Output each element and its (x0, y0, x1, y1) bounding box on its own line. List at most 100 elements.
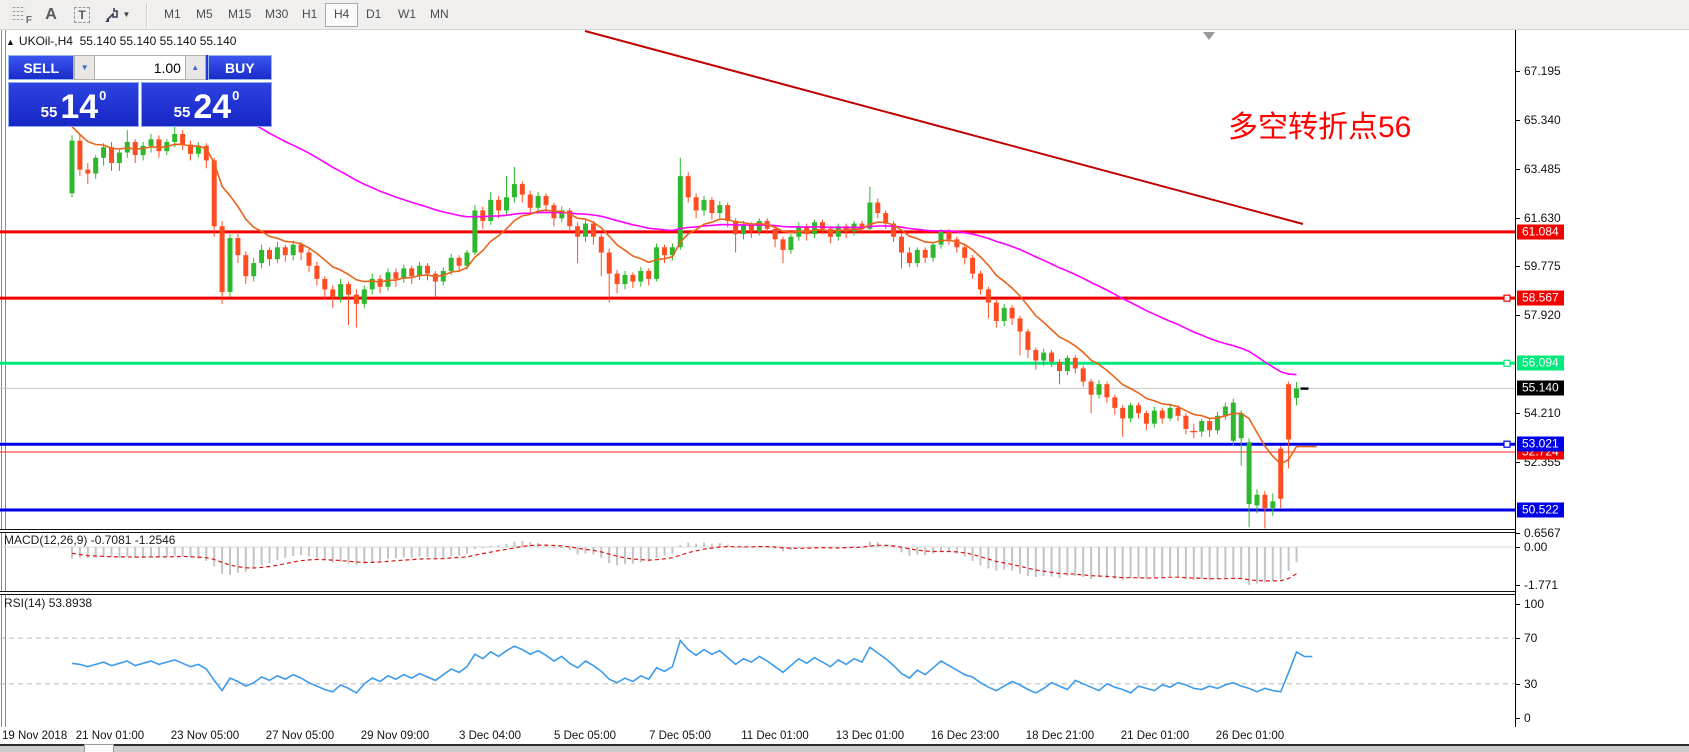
macd-histogram-bar (1264, 547, 1266, 582)
macd-histogram-bar (498, 545, 500, 547)
fibonacci-grid-glyph: F (11, 7, 31, 23)
line-handle[interactable] (1504, 441, 1510, 447)
macd-histogram-bar (427, 547, 429, 557)
candle-body (978, 274, 983, 290)
buy-button[interactable]: BUY (208, 55, 272, 80)
macd-histogram-bar (1145, 547, 1147, 579)
sell-button[interactable]: SELL (8, 55, 74, 80)
rsi-label: RSI(14) 53.8938 (4, 596, 92, 610)
candle-body (488, 200, 493, 221)
timeframe-button-M30[interactable]: M30 (256, 3, 297, 25)
candle-body (457, 258, 462, 266)
candle-body (243, 255, 248, 276)
candle-body (338, 284, 343, 297)
macd-histogram-bar (1217, 547, 1219, 579)
line-handle[interactable] (1504, 360, 1510, 366)
candle-body (1128, 405, 1133, 418)
macd-histogram-bar (608, 547, 610, 563)
time-axis-label: 26 Dec 01:00 (1216, 730, 1284, 742)
macd-histogram-bar (1161, 547, 1163, 577)
macd-histogram-bar (403, 547, 405, 557)
line-handle[interactable] (1504, 295, 1510, 301)
candle-body (788, 237, 793, 250)
candle-body (986, 289, 991, 302)
candle-body (717, 205, 722, 213)
macd-histogram-bar (506, 544, 508, 547)
macd-histogram-bar (1209, 547, 1211, 580)
descending-trendline[interactable] (585, 31, 1303, 224)
volume-increase-button[interactable]: ▲ (185, 55, 206, 80)
timeframe-button-M1[interactable]: M1 (155, 3, 190, 25)
bid-price-box[interactable]: 55140 (8, 82, 139, 127)
ask-price-major: 55 (174, 103, 191, 123)
volume-decrease-button[interactable]: ▼ (74, 55, 95, 80)
volume-input[interactable] (95, 55, 185, 80)
timeframe-button-M5[interactable]: M5 (187, 3, 222, 25)
candle-body (812, 222, 817, 234)
fibonacci-tool-icon[interactable]: F (8, 4, 34, 25)
macd-indicator-pane[interactable]: MACD(12,26,9) -0.7081 -1.2546 (0, 531, 1516, 591)
price-badge-61.084: 61.084 (1517, 224, 1564, 239)
candle-body (686, 176, 691, 197)
time-axis[interactable]: 19 Nov 201821 Nov 01:0023 Nov 05:0027 No… (0, 727, 1689, 744)
candle-body (1262, 495, 1267, 508)
active-chart-tab[interactable] (84, 744, 114, 752)
time-axis-label: 13 Dec 01:00 (836, 730, 904, 742)
candle-body (638, 271, 643, 282)
axis-tick (1516, 266, 1520, 267)
chart-shift-marker-icon[interactable] (1203, 32, 1215, 40)
macd-scale-label: 0.00 (1524, 540, 1547, 554)
price-tick-label: 59.775 (1524, 259, 1561, 273)
timeframe-button-W1[interactable]: W1 (389, 3, 425, 25)
candle-body (425, 266, 430, 274)
macd-histogram-bar (450, 547, 452, 556)
candle-body (228, 238, 233, 292)
timeframe-button-M15[interactable]: M15 (219, 3, 260, 25)
macd-histogram-bar (1193, 547, 1195, 580)
candle-body (1018, 318, 1023, 331)
candle-body (1104, 384, 1109, 397)
candle-body (465, 253, 470, 266)
candle-body (923, 250, 928, 258)
macd-histogram-bar (142, 547, 144, 557)
macd-histogram-bar (1232, 547, 1234, 577)
candle-body (623, 275, 628, 284)
timeframe-button-D1[interactable]: D1 (357, 3, 390, 25)
price-axis[interactable]: 67.19565.34063.48561.63059.77557.92054.2… (1515, 30, 1689, 727)
candle-body (994, 303, 999, 321)
candle-body (630, 275, 635, 282)
timeframe-button-H4[interactable]: H4 (325, 3, 358, 27)
bid-price-pips: 14 (60, 91, 98, 123)
candle-body (393, 272, 398, 279)
panel-collapse-arrow-icon[interactable]: ▲ (6, 37, 15, 47)
macd-histogram-bar (1272, 547, 1274, 581)
macd-histogram-bar (1256, 547, 1258, 583)
price-tick-label: 54.210 (1524, 406, 1561, 420)
macd-histogram-bar (79, 547, 81, 558)
candle-body (109, 147, 114, 163)
macd-histogram-bar (466, 547, 468, 554)
rsi-indicator-pane[interactable]: RSI(14) 53.8938 (0, 594, 1516, 727)
axis-tick (1516, 604, 1520, 605)
macd-histogram-bar (253, 547, 255, 568)
ask-price-box[interactable]: 55240 (141, 82, 272, 127)
candle-body (1239, 413, 1244, 438)
macd-histogram-bar (1027, 547, 1029, 576)
candle-body (172, 134, 177, 142)
candle-body (528, 195, 533, 208)
price-badge-53.021: 53.021 (1517, 437, 1564, 452)
ask-price-pips: 24 (193, 91, 231, 123)
macd-histogram-bar (656, 547, 658, 558)
arrows-tool-icon[interactable]: ▼ (100, 4, 134, 25)
timeframe-button-H1[interactable]: H1 (293, 3, 326, 25)
text-label-tool-icon[interactable]: A (40, 4, 62, 25)
bid-price-point: 0 (99, 81, 106, 111)
macd-histogram-bar (932, 547, 934, 553)
candle-body (962, 247, 967, 258)
macd-histogram-bar (1138, 547, 1140, 578)
timeframe-button-MN[interactable]: MN (421, 3, 458, 25)
macd-signal-value: -1.2546 (135, 533, 176, 547)
candle-body (1286, 384, 1291, 439)
candle-body (1223, 407, 1228, 416)
text-tool-icon[interactable]: T (70, 4, 94, 25)
